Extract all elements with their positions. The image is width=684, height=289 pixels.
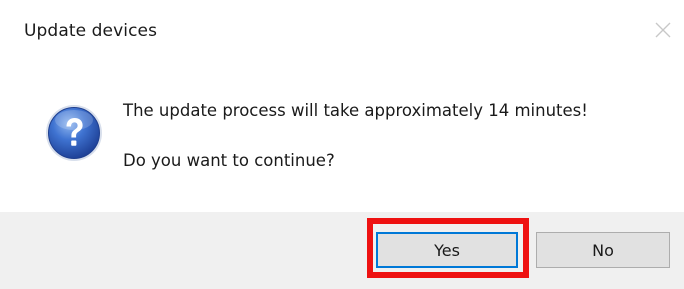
no-button[interactable]: No	[536, 232, 670, 268]
title-bar: Update devices	[0, 0, 684, 62]
button-bar: Yes No	[0, 212, 684, 289]
close-button[interactable]	[648, 15, 678, 45]
update-devices-dialog: Update devices The update process will t…	[0, 0, 684, 289]
question-icon	[46, 105, 102, 161]
yes-button[interactable]: Yes	[376, 232, 518, 268]
message-area: The update process will take approximate…	[0, 62, 684, 212]
window-title: Update devices	[24, 21, 158, 41]
close-icon	[655, 22, 671, 38]
message-line-question: Do you want to continue?	[123, 151, 335, 170]
message-line-duration: The update process will take approximate…	[123, 101, 588, 120]
